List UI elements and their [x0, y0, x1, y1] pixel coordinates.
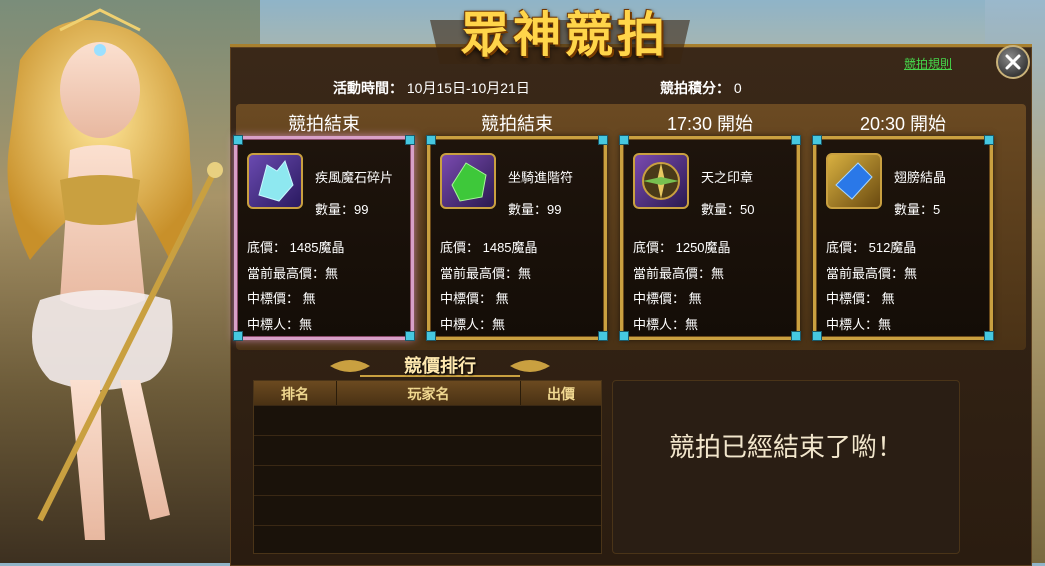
base-price: 底價： 512魔晶 — [826, 240, 917, 255]
column-player-name: 玩家名 — [407, 386, 450, 402]
corner-ornament — [619, 331, 629, 341]
auction-card-3[interactable]: 天之印章 數量：50 底價： 1250魔晶 當前最高價：無 中標價： 無 中標人… — [619, 135, 801, 341]
current-highest-bid: 當前最高價：無 — [440, 266, 532, 281]
item-quantity: 數量：99 — [508, 202, 562, 217]
auction-card-1[interactable]: 疾風魔石碎片 數量：99 底價： 1485魔晶 當前最高價：無 中標價： 無 中… — [233, 135, 415, 341]
table-row — [254, 405, 601, 436]
auction-message-box: 競拍已經結束了喲！ — [612, 380, 960, 554]
table-row — [254, 435, 601, 466]
column-rank: 排名 — [281, 386, 309, 402]
winner: 中標人：無 — [633, 317, 699, 332]
event-time: 活動時間： 10月15日-10月21日 — [333, 78, 530, 98]
corner-ornament — [598, 135, 608, 145]
base-price: 底價： 1485魔晶 — [247, 240, 345, 255]
corner-ornament — [405, 135, 415, 145]
winning-price: 中標價： 無 — [633, 291, 702, 306]
corner-ornament — [812, 135, 822, 145]
corner-ornament — [812, 331, 822, 341]
item-name: 疾風魔石碎片 — [315, 170, 394, 185]
ranking-table: 排名 玩家名 出價 — [253, 380, 602, 554]
corner-ornament — [791, 135, 801, 145]
goddess-illustration — [7, 8, 223, 540]
base-price: 底價： 1250魔晶 — [633, 240, 731, 255]
item-name: 坐騎進階符 — [508, 170, 574, 185]
corner-ornament — [426, 135, 436, 145]
table-row — [254, 495, 601, 526]
base-price: 底價： 1485魔晶 — [440, 240, 538, 255]
item-quantity: 數量：5 — [894, 202, 941, 217]
auction-ended-message: 競拍已經結束了喲！ — [668, 432, 903, 462]
item-name: 翅膀結晶 — [894, 170, 947, 185]
page-title: 眾神競拍 — [460, 7, 669, 63]
auction-card-4[interactable]: 翅膀結晶 數量：5 底價： 512魔晶 當前最高價：無 中標價： 無 中標人：無 — [812, 135, 994, 341]
auction-status-1: 競拍結束 — [288, 114, 360, 134]
auction-points-value: 0 — [733, 80, 742, 96]
current-highest-bid: 當前最高價：無 — [247, 266, 339, 281]
current-highest-bid: 當前最高價：無 — [826, 266, 918, 281]
table-row — [254, 465, 601, 496]
auction-status-2: 競拍結束 — [481, 114, 553, 134]
item-quantity: 數量：50 — [701, 202, 755, 217]
winning-price: 中標價： 無 — [440, 291, 509, 306]
auction-status-3: 17:30 開始 — [666, 114, 754, 134]
current-highest-bid: 當前最高價：無 — [633, 266, 725, 281]
event-time-label: 活動時間： — [333, 80, 403, 96]
auction-points-label: 競拍積分： — [660, 80, 730, 96]
corner-ornament — [426, 331, 436, 341]
auction-points: 競拍積分： 0 — [660, 78, 742, 98]
corner-ornament — [984, 331, 994, 341]
ranking-title: 競價排行 — [404, 356, 476, 376]
winner: 中標人：無 — [440, 317, 506, 332]
corner-ornament — [791, 331, 801, 341]
corner-ornament — [619, 135, 629, 145]
winner: 中標人：無 — [826, 317, 892, 332]
corner-ornament — [405, 331, 415, 341]
close-icon — [1005, 54, 1021, 70]
corner-ornament — [984, 135, 994, 145]
winner: 中標人：無 — [247, 317, 313, 332]
item-name: 天之印章 — [701, 170, 754, 185]
auction-rules-link[interactable]: 競拍規則 — [904, 55, 952, 72]
item-quantity: 數量：99 — [315, 202, 369, 217]
green-gem-icon[interactable] — [440, 153, 496, 209]
corner-ornament — [233, 135, 243, 145]
corner-ornament — [598, 331, 608, 341]
winning-price: 中標價： 無 — [247, 291, 316, 306]
table-row — [254, 525, 601, 554]
close-button[interactable] — [996, 45, 1030, 79]
blue-crystal-icon[interactable] — [826, 153, 882, 209]
auction-card-2[interactable]: 坐騎進階符 數量：99 底價： 1485魔晶 當前最高價：無 中標價： 無 中標… — [426, 135, 608, 341]
auction-status-4: 20:30 開始 — [859, 114, 947, 134]
ranking-table-header: 排名 玩家名 出價 — [254, 381, 601, 405]
winning-price: 中標價： 無 — [826, 291, 895, 306]
column-bid: 出價 — [547, 386, 575, 402]
corner-ornament — [233, 331, 243, 341]
compass-seal-icon[interactable] — [633, 153, 689, 209]
event-time-value: 10月15日-10月21日 — [406, 80, 530, 96]
crystal-shard-icon[interactable] — [247, 153, 303, 209]
